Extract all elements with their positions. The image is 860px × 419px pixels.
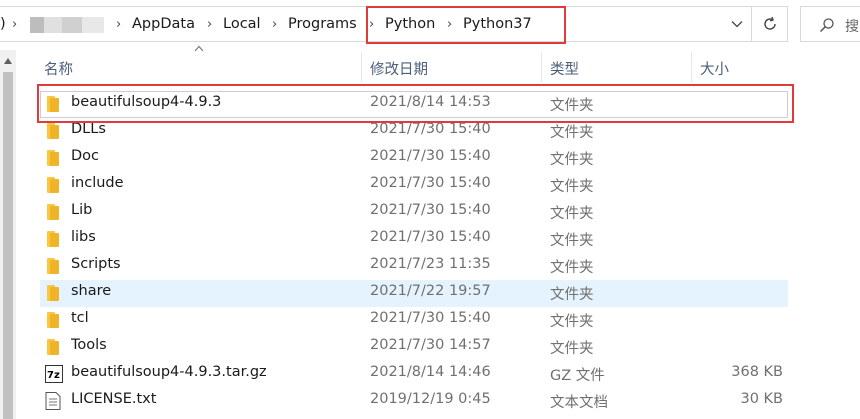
folder-icon <box>46 258 60 278</box>
file-row[interactable]: libs 2021/7/30 15:40 文件夹 <box>40 226 788 253</box>
file-date: 2021/7/30 15:40 <box>370 121 491 137</box>
scrollbar-thumb[interactable] <box>3 72 13 419</box>
file-row[interactable]: Lib 2021/7/30 15:40 文件夹 <box>40 199 788 226</box>
file-row[interactable]: include 2021/7/30 15:40 文件夹 <box>40 172 788 199</box>
column-divider[interactable] <box>361 52 362 82</box>
column-header-type[interactable]: 类型 <box>550 58 579 79</box>
blurred-crumb <box>62 17 82 33</box>
file-type: 文本文档 <box>550 395 608 411</box>
folder-icon <box>46 231 60 251</box>
file-type: 文件夹 <box>550 341 594 357</box>
chevron-right-icon: › <box>207 17 213 32</box>
file-name: LICENSE.txt <box>71 391 157 407</box>
file-date: 2021/7/30 15:40 <box>370 175 491 191</box>
crumb-local[interactable]: Local <box>223 16 261 32</box>
file-type: 文件夹 <box>550 125 594 141</box>
crumb-programs[interactable]: Programs <box>288 16 357 32</box>
chevron-down-icon <box>731 21 743 28</box>
sort-ascending-icon <box>194 45 204 52</box>
blurred-crumb <box>30 17 44 33</box>
search-placeholder: 搜 <box>845 19 859 35</box>
file-size: 30 KB <box>740 391 783 407</box>
column-divider[interactable] <box>541 52 542 82</box>
file-name: DLLs <box>71 121 106 137</box>
file-name: share <box>71 283 112 299</box>
file-row[interactable]: share 2021/7/22 19:57 文件夹 <box>40 280 788 307</box>
search-icon <box>819 18 834 33</box>
column-header-name[interactable]: 名称 <box>44 58 73 79</box>
file-row[interactable]: LICENSE.txt 2019/12/19 0:45 文本文档 30 KB <box>40 388 788 415</box>
folder-icon <box>46 123 60 143</box>
file-row[interactable]: Tools 2021/7/30 14:57 文件夹 <box>40 334 788 361</box>
folder-icon <box>46 150 60 170</box>
file-date: 2021/8/14 14:46 <box>370 364 491 380</box>
file-type: 文件夹 <box>550 287 594 303</box>
file-name: beautifulsoup4-4.9.3.tar.gz <box>71 364 267 380</box>
file-name: tcl <box>71 310 89 326</box>
folder-icon <box>46 177 60 197</box>
chevron-right-icon: › <box>12 17 18 32</box>
chevron-right-icon: › <box>272 17 278 32</box>
file-type: GZ 文件 <box>550 368 605 384</box>
refresh-button[interactable] <box>752 6 788 42</box>
file-name: libs <box>71 229 96 245</box>
blurred-crumb <box>82 17 104 33</box>
file-name: Doc <box>71 148 100 164</box>
file-date: 2021/7/30 14:57 <box>370 337 491 353</box>
file-name: Tools <box>71 337 107 353</box>
chevron-right-icon: › <box>116 17 122 32</box>
file-type: 文件夹 <box>550 206 594 222</box>
file-type: 文件夹 <box>550 260 594 276</box>
text-file-icon <box>45 392 61 414</box>
svg-text:7z: 7z <box>47 370 60 381</box>
search-input[interactable]: 搜 <box>800 6 860 42</box>
scroll-up-icon[interactable] <box>4 58 12 64</box>
address-history-dropdown[interactable] <box>722 6 752 42</box>
file-date: 2019/12/19 0:45 <box>370 391 491 407</box>
file-date: 2021/7/23 11:35 <box>370 256 491 272</box>
file-row[interactable]: Scripts 2021/7/23 11:35 文件夹 <box>40 253 788 280</box>
archive-7z-icon: 7z <box>45 365 63 387</box>
folder-icon <box>46 204 60 224</box>
folder-icon <box>46 285 60 305</box>
crumb-appdata[interactable]: AppData <box>132 16 195 32</box>
file-date: 2021/7/30 15:40 <box>370 148 491 164</box>
address-highlight-box <box>366 6 566 44</box>
row-highlight-box <box>37 84 794 123</box>
file-type: 文件夹 <box>550 233 594 249</box>
file-type: 文件夹 <box>550 179 594 195</box>
file-type: 文件夹 <box>550 314 594 330</box>
refresh-icon <box>763 16 776 30</box>
folder-icon <box>46 312 60 332</box>
column-header-size[interactable]: 大小 <box>700 58 729 79</box>
file-type: 文件夹 <box>550 152 594 168</box>
file-row[interactable]: Doc 2021/7/30 15:40 文件夹 <box>40 145 788 172</box>
file-row[interactable]: tcl 2021/7/30 15:40 文件夹 <box>40 307 788 334</box>
file-size: 368 KB <box>731 364 783 380</box>
address-fragment: ) <box>0 16 6 32</box>
file-date: 2021/7/30 15:40 <box>370 202 491 218</box>
file-date: 2021/7/30 15:40 <box>370 310 491 326</box>
file-date: 2021/7/30 15:40 <box>370 229 491 245</box>
file-name: Lib <box>71 202 93 218</box>
file-row[interactable]: 7z beautifulsoup4-4.9.3.tar.gz 2021/8/14 1… <box>40 361 788 388</box>
column-divider[interactable] <box>691 52 692 82</box>
column-header-date[interactable]: 修改日期 <box>370 58 428 79</box>
folder-icon <box>46 339 60 359</box>
file-date: 2021/7/22 19:57 <box>370 283 491 299</box>
file-name: include <box>71 175 124 191</box>
file-name: Scripts <box>71 256 121 272</box>
blurred-crumb <box>44 17 62 33</box>
